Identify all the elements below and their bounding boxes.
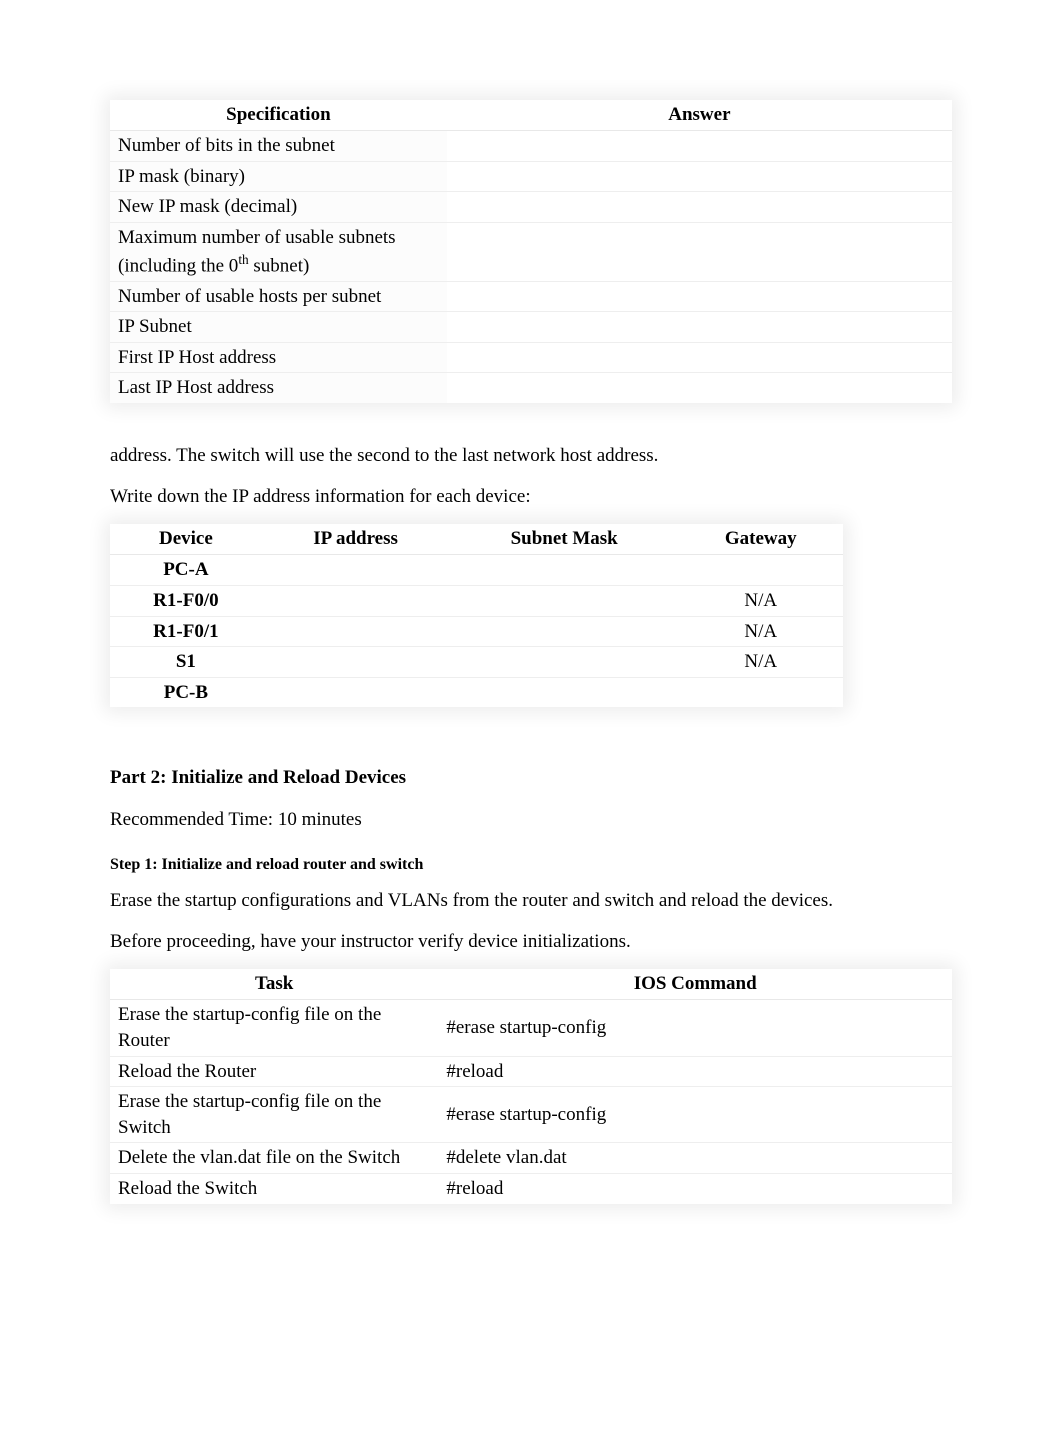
table-row: Reload the Switch #reload <box>110 1174 952 1204</box>
spec-label: Number of usable hosts per subnet <box>110 281 447 312</box>
device-gateway <box>679 555 843 586</box>
spec-label: New IP mask (decimal) <box>110 192 447 223</box>
table-row: Erase the startup-config file on the Swi… <box>110 1087 952 1143</box>
device-name: PC-B <box>110 677 262 707</box>
table-row: New IP mask (decimal) <box>110 192 952 223</box>
device-ip <box>262 647 450 678</box>
spec-answer <box>447 373 952 403</box>
spec-label: Number of bits in the subnet <box>110 131 447 162</box>
specification-table-wrapper: Specification Answer Number of bits in t… <box>110 100 952 403</box>
ios-task: Erase the startup-config file on the Rou… <box>110 1000 438 1056</box>
device-name: R1-F0/1 <box>110 616 262 647</box>
device-mask <box>449 616 679 647</box>
part2-time: Recommended Time: 10 minutes <box>110 807 952 834</box>
step1-p1: Erase the startup configurations and VLA… <box>110 888 952 915</box>
spec-answer <box>447 342 952 373</box>
device-gateway: N/A <box>679 585 843 616</box>
device-ip <box>262 677 450 707</box>
spec-answer <box>447 161 952 192</box>
ios-command: #reload <box>438 1056 952 1087</box>
device-table: Device IP address Subnet Mask Gateway PC… <box>110 524 843 707</box>
ios-table-wrapper: Task IOS Command Erase the startup-confi… <box>110 969 952 1203</box>
table-row: PC-B <box>110 677 843 707</box>
table-row: S1 N/A <box>110 647 843 678</box>
table-row: Reload the Router #reload <box>110 1056 952 1087</box>
ios-command: #erase startup-config <box>438 1087 952 1143</box>
paragraph-address: address. The switch will use the second … <box>110 443 952 470</box>
spec-label: Last IP Host address <box>110 373 447 403</box>
device-mask <box>449 555 679 586</box>
table-row: IP mask (binary) <box>110 161 952 192</box>
device-name: PC-A <box>110 555 262 586</box>
device-mask <box>449 677 679 707</box>
spec-answer <box>447 312 952 343</box>
device-header-device: Device <box>110 524 262 555</box>
table-row: Number of bits in the subnet <box>110 131 952 162</box>
spec-label: First IP Host address <box>110 342 447 373</box>
table-row: Maximum number of usable subnets (includ… <box>110 222 952 281</box>
ios-command-table: Task IOS Command Erase the startup-confi… <box>110 969 952 1203</box>
device-ip <box>262 585 450 616</box>
ios-command: #reload <box>438 1174 952 1204</box>
ios-task: Delete the vlan.dat file on the Switch <box>110 1143 438 1174</box>
ios-command: #delete vlan.dat <box>438 1143 952 1174</box>
device-header-ip: IP address <box>262 524 450 555</box>
ios-header-task: Task <box>110 969 438 1000</box>
ios-task: Reload the Switch <box>110 1174 438 1204</box>
table-row: R1-F0/1 N/A <box>110 616 843 647</box>
device-header-gateway: Gateway <box>679 524 843 555</box>
table-row: First IP Host address <box>110 342 952 373</box>
spec-answer <box>447 131 952 162</box>
spec-label: Maximum number of usable subnets (includ… <box>110 222 447 281</box>
table-row: Number of usable hosts per subnet <box>110 281 952 312</box>
device-name: S1 <box>110 647 262 678</box>
ios-command: #erase startup-config <box>438 1000 952 1056</box>
device-name: R1-F0/0 <box>110 585 262 616</box>
spec-header-answer: Answer <box>447 100 952 131</box>
device-mask <box>449 585 679 616</box>
spec-label: IP Subnet <box>110 312 447 343</box>
device-ip <box>262 555 450 586</box>
table-row: PC-A <box>110 555 843 586</box>
spec-header-specification: Specification <box>110 100 447 131</box>
ios-task: Reload the Router <box>110 1056 438 1087</box>
ios-header-command: IOS Command <box>438 969 952 1000</box>
spec-answer <box>447 192 952 223</box>
ios-task: Erase the startup-config file on the Swi… <box>110 1087 438 1143</box>
table-row: Delete the vlan.dat file on the Switch #… <box>110 1143 952 1174</box>
table-row: R1-F0/0 N/A <box>110 585 843 616</box>
device-header-mask: Subnet Mask <box>449 524 679 555</box>
part2-heading: Part 2: Initialize and Reload Devices <box>110 767 952 789</box>
device-ip <box>262 616 450 647</box>
spec-answer <box>447 281 952 312</box>
step1-p2: Before proceeding, have your instructor … <box>110 929 952 956</box>
step1-heading: Step 1: Initialize and reload router and… <box>110 856 952 874</box>
device-mask <box>449 647 679 678</box>
spec-label: IP mask (binary) <box>110 161 447 192</box>
device-gateway <box>679 677 843 707</box>
table-row: Last IP Host address <box>110 373 952 403</box>
table-row: IP Subnet <box>110 312 952 343</box>
device-table-wrapper: Device IP address Subnet Mask Gateway PC… <box>110 524 843 707</box>
device-gateway: N/A <box>679 616 843 647</box>
spec-answer <box>447 222 952 281</box>
device-gateway: N/A <box>679 647 843 678</box>
paragraph-writedown: Write down the IP address information fo… <box>110 484 952 511</box>
specification-table: Specification Answer Number of bits in t… <box>110 100 952 403</box>
table-row: Erase the startup-config file on the Rou… <box>110 1000 952 1056</box>
